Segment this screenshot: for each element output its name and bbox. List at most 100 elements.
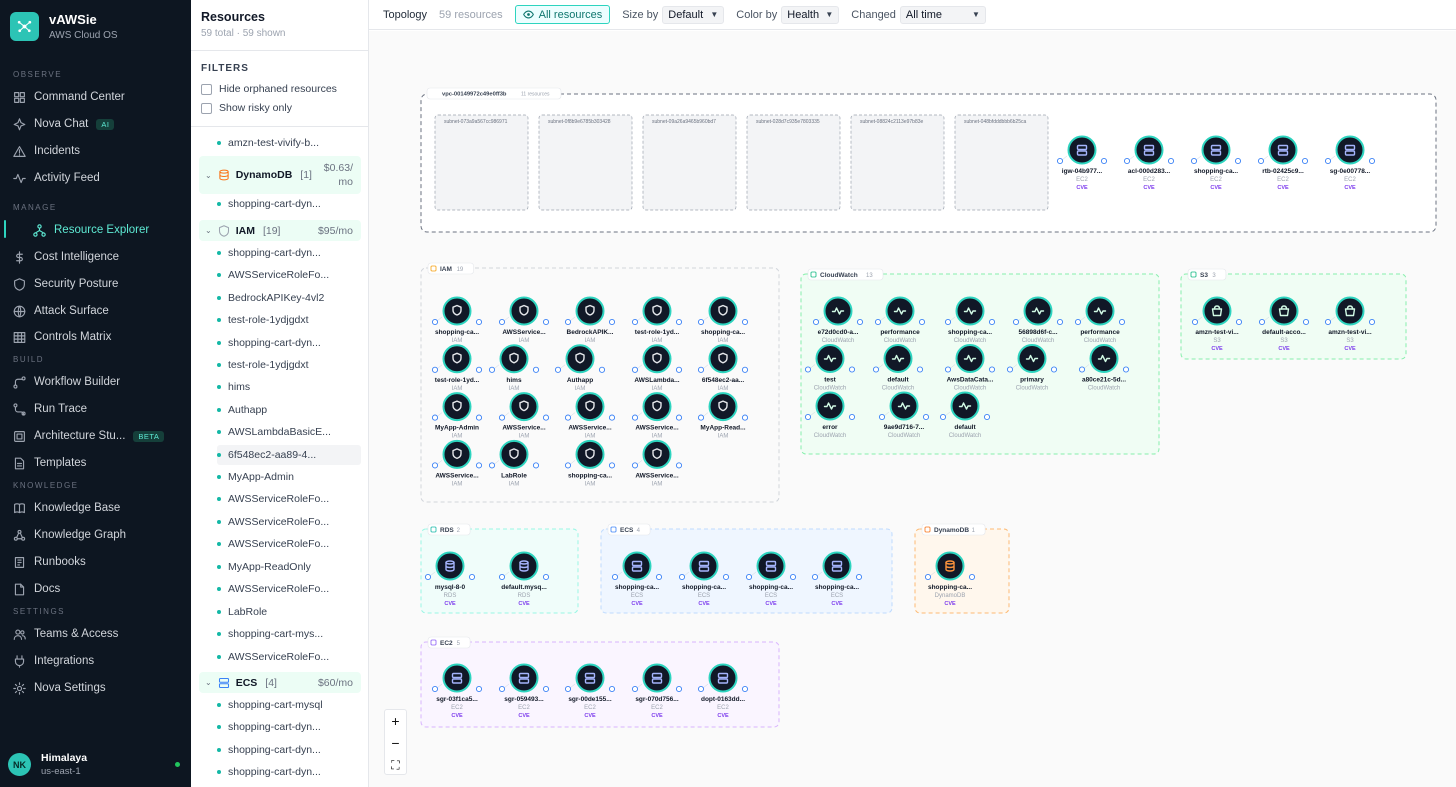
output-port[interactable] xyxy=(475,462,483,469)
nav-item-runbooks[interactable]: Runbooks xyxy=(8,550,184,574)
output-port[interactable] xyxy=(722,573,730,581)
nav-item-docs[interactable]: Docs xyxy=(8,577,184,601)
input-port[interactable] xyxy=(631,685,639,693)
output-port[interactable] xyxy=(789,573,797,581)
output-port[interactable] xyxy=(475,685,483,693)
resource-list-item[interactable]: AWSServiceRoleFo... xyxy=(217,579,365,599)
node-circle[interactable] xyxy=(642,439,672,469)
output-port[interactable] xyxy=(1301,157,1309,165)
output-port[interactable] xyxy=(848,366,856,373)
output-port[interactable] xyxy=(608,685,616,693)
node-circle[interactable] xyxy=(509,551,539,581)
input-port[interactable] xyxy=(697,366,705,373)
output-port[interactable] xyxy=(1234,157,1242,165)
node-circle[interactable] xyxy=(509,296,539,326)
input-port[interactable] xyxy=(1006,366,1014,373)
nav-item-cost-intelligence[interactable]: Cost Intelligence xyxy=(8,245,184,269)
input-port[interactable] xyxy=(631,414,639,421)
resource-list-item[interactable]: MyApp-Admin xyxy=(217,467,365,487)
output-port[interactable] xyxy=(741,318,749,326)
nav-item-architecture-stu[interactable]: Architecture Stu... BETA xyxy=(8,424,184,448)
resource-list-item[interactable]: AWSServiceRoleFo... xyxy=(217,512,365,532)
input-port[interactable] xyxy=(488,462,496,469)
output-port[interactable] xyxy=(848,413,856,421)
input-port[interactable] xyxy=(564,318,572,326)
resource-group-iam[interactable]: ⌄ IAM [19] $95/mo xyxy=(199,220,361,241)
checkbox-box[interactable] xyxy=(201,102,212,114)
node-circle[interactable] xyxy=(435,551,465,581)
output-port[interactable] xyxy=(1118,318,1126,326)
output-port[interactable] xyxy=(542,573,550,581)
output-port[interactable] xyxy=(988,366,996,373)
input-port[interactable] xyxy=(1078,366,1086,373)
fit-view-button[interactable]: ⛶ xyxy=(385,754,406,776)
nav-item-command-center[interactable]: Command Center xyxy=(8,85,184,109)
input-port[interactable] xyxy=(1190,157,1198,165)
resource-list-item[interactable]: shopping-cart-mysql xyxy=(217,695,365,715)
input-port[interactable] xyxy=(1123,157,1131,165)
subnet-box[interactable] xyxy=(434,114,529,211)
output-port[interactable] xyxy=(475,318,483,326)
output-port[interactable] xyxy=(855,573,863,581)
output-port[interactable] xyxy=(608,462,616,469)
nav-item-activity-feed[interactable]: Activity Feed xyxy=(8,166,184,190)
nav-item-attack-surface[interactable]: Attack Surface xyxy=(8,299,184,323)
all-resources-button[interactable]: All resources xyxy=(514,5,611,24)
node-circle[interactable] xyxy=(575,392,605,422)
resource-list-item[interactable]: AWSLambdaBasicE... xyxy=(217,422,365,442)
input-port[interactable] xyxy=(431,366,439,373)
output-port[interactable] xyxy=(741,414,749,421)
output-port[interactable] xyxy=(468,573,476,581)
zoom-in-button[interactable]: + xyxy=(385,710,406,732)
input-port[interactable] xyxy=(678,573,686,581)
resource-list-item[interactable]: AWSServiceRoleFo... xyxy=(217,489,365,509)
nav-item-run-trace[interactable]: Run Trace xyxy=(8,397,184,421)
resource-list-item[interactable]: shopping-cart-dyn... xyxy=(217,717,365,737)
output-port[interactable] xyxy=(655,573,663,581)
node-circle[interactable] xyxy=(708,296,738,326)
input-port[interactable] xyxy=(878,413,886,421)
output-port[interactable] xyxy=(675,462,683,469)
input-port[interactable] xyxy=(944,366,952,373)
nav-item-nova-chat[interactable]: Nova Chat AI xyxy=(8,112,184,136)
resource-list-item[interactable]: AWSServiceRoleFo... xyxy=(217,265,365,285)
output-port[interactable] xyxy=(983,413,991,421)
node-circle[interactable] xyxy=(509,392,539,422)
output-port[interactable] xyxy=(532,366,540,373)
input-port[interactable] xyxy=(498,414,506,421)
input-port[interactable] xyxy=(874,318,882,326)
resource-list-item[interactable]: LabRole xyxy=(217,602,365,622)
resource-list-item[interactable]: shopping-cart-mys... xyxy=(217,624,365,644)
node-circle[interactable] xyxy=(442,439,472,469)
resource-list-item[interactable]: amzn-test-vivify-b... xyxy=(217,133,365,153)
resource-list-item[interactable]: MyApp-ReadOnly xyxy=(217,557,365,577)
topology-graph[interactable]: vpc-00149972c49e0ff3b 11 resources subnet-… xyxy=(369,31,1456,787)
input-port[interactable] xyxy=(631,366,639,373)
output-port[interactable] xyxy=(675,318,683,326)
size-by-select[interactable]: Default ▼ xyxy=(662,5,725,24)
nav-item-security-posture[interactable]: Security Posture xyxy=(8,272,184,296)
resource-list-item[interactable]: shopping-cart-dyn... xyxy=(217,243,365,263)
input-port[interactable] xyxy=(804,413,812,421)
subnet-box[interactable] xyxy=(642,114,737,211)
input-port[interactable] xyxy=(498,318,506,326)
input-port[interactable] xyxy=(611,573,619,581)
input-port[interactable] xyxy=(697,318,705,326)
input-port[interactable] xyxy=(631,462,639,469)
node-circle[interactable] xyxy=(499,344,529,374)
input-port[interactable] xyxy=(697,414,705,421)
resource-list-item[interactable]: 6f548ec2-aa89-4... xyxy=(217,445,361,465)
input-port[interactable] xyxy=(498,685,506,693)
node-circle[interactable] xyxy=(442,344,472,374)
output-port[interactable] xyxy=(1302,318,1310,326)
output-port[interactable] xyxy=(542,685,550,693)
resource-group-ecs[interactable]: ⌄ ECS [4] $60/mo xyxy=(199,672,361,693)
nav-item-resource-explorer[interactable]: Resource Explorer xyxy=(28,218,204,242)
output-port[interactable] xyxy=(475,366,483,373)
input-port[interactable] xyxy=(1257,157,1265,165)
node-circle[interactable] xyxy=(708,344,738,374)
node-circle[interactable] xyxy=(499,439,529,469)
input-port[interactable] xyxy=(431,462,439,469)
output-port[interactable] xyxy=(968,573,976,581)
output-port[interactable] xyxy=(1050,366,1058,373)
